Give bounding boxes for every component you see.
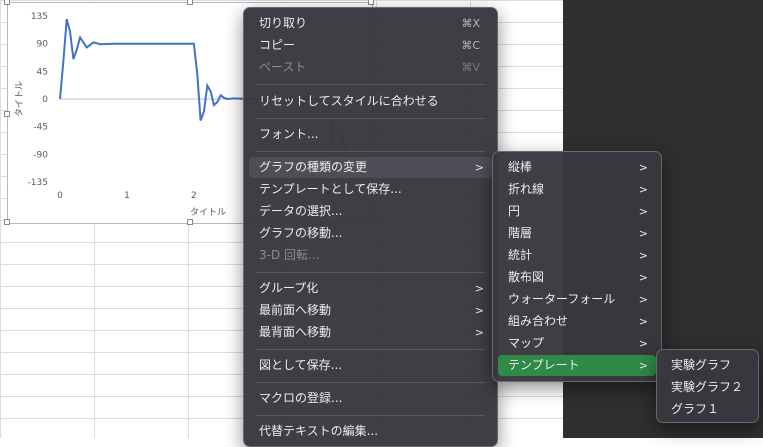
menu-item-font[interactable]: フォント... xyxy=(249,124,492,145)
menu-item-select-data[interactable]: データの選択... xyxy=(249,201,492,222)
menu-item-label: 円 xyxy=(508,204,521,218)
menu-separator xyxy=(256,118,485,119)
menu-item-edit-alt-text[interactable]: 代替テキストの編集... xyxy=(249,421,492,442)
chevron-right-icon: > xyxy=(638,205,648,218)
submenu-item-template[interactable]: テンプレート > xyxy=(498,355,656,376)
menu-item-label: マップ xyxy=(508,336,545,350)
menu-item-label: グラフの移動... xyxy=(259,226,343,240)
submenu-item-combo[interactable]: 組み合わせ > xyxy=(498,311,656,332)
menu-item-label: 代替テキストの編集... xyxy=(259,424,379,438)
menu-item-assign-macro[interactable]: マクロの登録... xyxy=(249,388,492,409)
menu-item-label: テンプレートとして保存... xyxy=(259,182,402,196)
menu-item-label: ペースト xyxy=(259,60,307,74)
chevron-right-icon: > xyxy=(638,337,648,350)
menu-item-label: 図として保存... xyxy=(259,358,343,372)
x-tick-label: 0 xyxy=(57,191,63,201)
y-tick-label: -90 xyxy=(33,150,48,160)
menu-item-label: 縦棒 xyxy=(508,160,533,174)
submenu-item-column[interactable]: 縦棒 > xyxy=(498,157,656,178)
shortcut-label: ⌘X xyxy=(461,17,480,30)
y-tick-label: 0 xyxy=(42,95,48,105)
template-item[interactable]: グラフ１ xyxy=(662,399,753,420)
submenu-item-waterfall[interactable]: ウォーターフォール > xyxy=(498,289,656,310)
submenu-item-statistic[interactable]: 統計 > xyxy=(498,245,656,266)
menu-item-label: コピー xyxy=(259,38,296,52)
shortcut-label: ⌘C xyxy=(461,39,480,52)
x-axis-title: タイトル xyxy=(190,207,226,218)
y-axis-title: タイトル xyxy=(14,81,25,117)
menu-item-label: 統計 xyxy=(508,248,533,262)
chevron-right-icon: > xyxy=(638,315,648,328)
menu-separator xyxy=(256,151,485,152)
menu-item-reset-style[interactable]: リセットしてスタイルに合わせる xyxy=(249,91,492,112)
y-tick-label: -45 xyxy=(33,123,48,133)
chevron-right-icon: > xyxy=(474,282,484,295)
menu-item-label: 階層 xyxy=(508,226,533,240)
menu-item-label: フォント... xyxy=(259,127,319,141)
menu-item-group[interactable]: グループ化 > xyxy=(249,278,492,299)
menu-item-label: リセットしてスタイルに合わせる xyxy=(259,94,439,108)
menu-item-cut[interactable]: 切り取り ⌘X xyxy=(249,13,492,34)
menu-item-paste[interactable]: ペースト ⌘V xyxy=(249,57,492,78)
menu-item-label: グループ化 xyxy=(259,281,319,295)
x-tick-label: 2 xyxy=(191,191,197,201)
y-tick-label: 45 xyxy=(37,67,48,77)
menu-item-label: テンプレート xyxy=(508,358,580,372)
menu-item-move-chart[interactable]: グラフの移動... xyxy=(249,223,492,244)
menu-item-3d-rotation[interactable]: 3-D 回転... xyxy=(249,245,492,266)
menu-item-label: グラフ１ xyxy=(671,402,720,416)
menu-item-label: 折れ線 xyxy=(508,182,545,196)
submenu-item-hierarchy[interactable]: 階層 > xyxy=(498,223,656,244)
menu-item-label: データの選択... xyxy=(259,204,343,218)
chevron-right-icon: > xyxy=(638,183,648,196)
chevron-right-icon: > xyxy=(638,359,648,372)
menu-item-label: ウォーターフォール xyxy=(508,292,616,306)
menu-item-save-as-picture[interactable]: 図として保存... xyxy=(249,355,492,376)
menu-item-copy[interactable]: コピー ⌘C xyxy=(249,35,492,56)
shortcut-label: ⌘V xyxy=(461,61,480,74)
template-submenu: 実験グラフ 実験グラフ２ グラフ１ xyxy=(656,349,759,423)
menu-item-label: 実験グラフ xyxy=(671,358,732,372)
menu-separator xyxy=(256,382,485,383)
x-tick-label: 1 xyxy=(124,191,130,201)
context-menu: 切り取り ⌘X コピー ⌘C ペースト ⌘V リセットしてスタイルに合わせる フ… xyxy=(243,7,498,447)
submenu-item-map[interactable]: マップ > xyxy=(498,333,656,354)
submenu-item-pie[interactable]: 円 > xyxy=(498,201,656,222)
y-tick-label: 90 xyxy=(37,40,49,50)
chart-type-submenu: 縦棒 > 折れ線 > 円 > 階層 > 統計 > 散布図 > ウォーターフォール… xyxy=(492,151,662,382)
menu-separator xyxy=(256,415,485,416)
submenu-item-line[interactable]: 折れ線 > xyxy=(498,179,656,200)
menu-item-label: グラフの種類の変更 xyxy=(259,160,368,174)
chevron-right-icon: > xyxy=(474,304,484,317)
menu-item-label: 切り取り xyxy=(259,16,308,30)
chevron-right-icon: > xyxy=(474,326,484,339)
menu-separator xyxy=(256,84,485,85)
menu-item-label: 組み合わせ xyxy=(508,314,569,328)
menu-item-change-chart-type[interactable]: グラフの種類の変更 > xyxy=(249,157,492,178)
menu-item-label: 最背面へ移動 xyxy=(259,325,332,339)
menu-separator xyxy=(256,272,485,273)
menu-item-save-as-template[interactable]: テンプレートとして保存... xyxy=(249,179,492,200)
menu-item-label: 3-D 回転... xyxy=(259,248,320,262)
template-item[interactable]: 実験グラフ xyxy=(662,355,753,376)
chevron-right-icon: > xyxy=(638,249,648,262)
menu-item-bring-to-front[interactable]: 最前面へ移動 > xyxy=(249,300,492,321)
chevron-right-icon: > xyxy=(638,271,648,284)
chevron-right-icon: > xyxy=(638,293,648,306)
menu-item-send-to-back[interactable]: 最背面へ移動 > xyxy=(249,322,492,343)
submenu-item-scatter[interactable]: 散布図 > xyxy=(498,267,656,288)
menu-item-label: マクロの登録... xyxy=(259,391,343,405)
menu-separator xyxy=(256,349,485,350)
chevron-right-icon: > xyxy=(474,161,484,174)
y-tick-label: -135 xyxy=(28,178,48,188)
chevron-right-icon: > xyxy=(638,227,648,240)
template-item[interactable]: 実験グラフ２ xyxy=(662,377,753,398)
chevron-right-icon: > xyxy=(638,161,648,174)
menu-item-label: 最前面へ移動 xyxy=(259,303,332,317)
menu-item-label: 散布図 xyxy=(508,270,545,284)
menu-item-label: 実験グラフ２ xyxy=(671,380,744,394)
y-tick-label: 135 xyxy=(31,12,48,22)
